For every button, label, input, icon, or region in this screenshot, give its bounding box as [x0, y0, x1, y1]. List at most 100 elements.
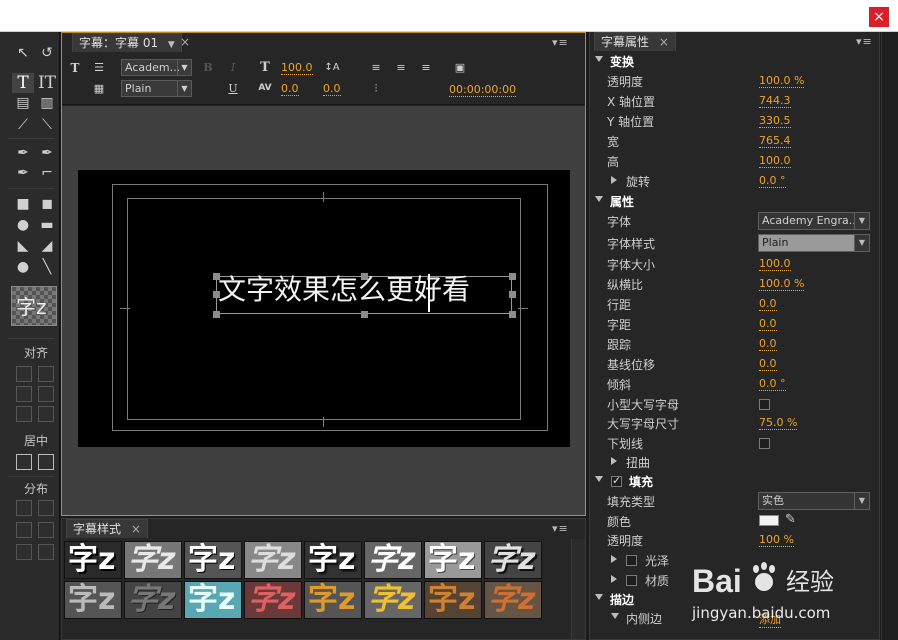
style-swatch[interactable]: 字z [124, 541, 182, 579]
align-center-text-icon[interactable]: ≡ [392, 60, 410, 76]
style-swatch[interactable]: 字z [64, 581, 122, 619]
vertical-area-type-tool-icon[interactable]: ▥ [36, 93, 58, 113]
triangle-right-icon[interactable] [611, 176, 617, 184]
style-swatch[interactable]: 字z [424, 581, 482, 619]
align-right-text-icon[interactable]: ≡ [417, 60, 435, 76]
style-swatch[interactable]: 字z [304, 541, 362, 579]
triangle-down-icon[interactable] [595, 196, 603, 202]
delete-anchor-tool-icon[interactable]: ✒ [36, 143, 58, 163]
opacity-value[interactable]: 100.0 % [759, 74, 805, 88]
fill-section[interactable]: 填充 [590, 471, 880, 491]
tab-stop-icon[interactable]: ⫶ [367, 81, 385, 97]
title-canvas[interactable]: 文字效果怎么更好看 [62, 106, 585, 515]
tab-title-styles[interactable]: 字幕样式 × [66, 519, 148, 538]
ellipse-tool-icon[interactable]: ● [12, 257, 34, 277]
kerning-value[interactable]: 0.0 [759, 317, 777, 331]
style-swatch[interactable]: 字z [304, 581, 362, 619]
style-swatch[interactable]: 字z [484, 541, 542, 579]
triangle-down-icon[interactable] [595, 594, 603, 600]
resize-handle[interactable] [509, 291, 516, 298]
panel-menu-icon[interactable]: ▾≡ [856, 35, 873, 48]
clipped-corner-rect-tool-icon[interactable]: ◼ [36, 194, 58, 214]
area-type-tool-icon[interactable]: ▤ [12, 93, 34, 113]
center-horizontal-icon[interactable] [16, 454, 32, 470]
style-swatch[interactable]: 字z [124, 581, 182, 619]
smallcaps-checkbox[interactable] [759, 399, 770, 410]
pen-tool-icon[interactable]: ✒ [12, 143, 34, 163]
tab-close-icon[interactable]: × [131, 522, 141, 536]
distort-row[interactable]: 扭曲 [590, 452, 880, 472]
triangle-down-icon[interactable] [595, 56, 603, 62]
rounded-corner-rect-tool-icon[interactable]: ▬ [36, 215, 58, 235]
stroke-section[interactable]: 描边 [590, 589, 880, 609]
type-tool-icon[interactable]: T [12, 73, 34, 93]
style-swatch[interactable]: 字z [364, 541, 422, 579]
baseline-value[interactable]: 0.0 [759, 357, 777, 371]
resize-handle[interactable] [509, 311, 516, 318]
rounded-rect-tool-icon[interactable]: ● [12, 215, 34, 235]
tab-close-icon[interactable]: × [659, 35, 669, 49]
tab-close-icon[interactable]: × [180, 35, 190, 49]
window-close-button[interactable]: × [869, 7, 889, 27]
line-tool-icon[interactable]: ╲ [36, 257, 58, 277]
chevron-down-icon[interactable]: ▼ [168, 40, 175, 50]
sheen-checkbox[interactable] [626, 555, 637, 566]
style-swatch[interactable]: 字z [244, 581, 302, 619]
slant-value[interactable]: 0.0 ° [759, 377, 786, 391]
aspect-value[interactable]: 100.0 % [759, 277, 805, 291]
width-value[interactable]: 765.4 [759, 134, 791, 148]
show-background-video-icon[interactable]: ▣ [451, 60, 469, 76]
leading-value[interactable]: 0.0 [323, 82, 341, 96]
center-vertical-icon[interactable] [38, 454, 54, 470]
roll-crawl-options-icon[interactable]: ☰ [90, 60, 108, 76]
triangle-right-icon[interactable] [611, 457, 617, 465]
ypos-value[interactable]: 330.5 [759, 114, 791, 128]
timecode-value[interactable]: 00:00:00:00 [449, 83, 517, 97]
rotation-tool-icon[interactable]: ↺ [36, 43, 58, 63]
new-title-icon[interactable]: T [66, 60, 84, 76]
font-size-value[interactable]: 100.0 [281, 61, 313, 75]
add-anchor-tool-icon[interactable]: ✒ [12, 163, 34, 183]
style-swatch[interactable]: 字z [184, 541, 242, 579]
triangle-right-icon[interactable] [611, 555, 617, 563]
vertical-path-type-tool-icon[interactable]: ⟍ [36, 115, 58, 135]
resize-handle[interactable] [509, 273, 516, 280]
font-style-dropdown[interactable]: Plain ▼ [758, 234, 870, 252]
triangle-down-icon[interactable] [611, 613, 619, 619]
rectangle-tool-icon[interactable]: ■ [12, 194, 34, 214]
leading-value[interactable]: 0.0 [759, 297, 777, 311]
transform-section[interactable]: 变换 [590, 51, 880, 71]
fill-type-dropdown[interactable]: 实色 ▼ [758, 492, 870, 510]
xpos-value[interactable]: 744.3 [759, 94, 791, 108]
panel-menu-icon[interactable]: ▾≡ [552, 522, 569, 535]
style-swatch[interactable]: 字z [484, 581, 542, 619]
align-left-text-icon[interactable]: ≡ [367, 60, 385, 76]
font-style-select[interactable]: Plain ▼ [121, 80, 192, 97]
selection-tool-icon[interactable]: ↖ [12, 43, 34, 63]
smallcaps-size-value[interactable]: 75.0 % [759, 416, 798, 430]
font-size-value[interactable]: 100.0 [759, 257, 791, 271]
underline-button[interactable]: U [224, 81, 242, 97]
add-inner-stroke-link[interactable]: 添加 [759, 611, 781, 628]
style-swatch[interactable]: 字z [64, 541, 122, 579]
fill-color-swatch[interactable] [759, 515, 779, 526]
sheen-row[interactable]: 光泽 [590, 550, 880, 570]
style-swatch[interactable]: 字z [184, 581, 242, 619]
vertical-type-tool-icon[interactable]: IT [36, 73, 58, 93]
font-family-dropdown[interactable]: Academy Engra... ▼ [758, 212, 870, 230]
underline-checkbox[interactable] [759, 438, 770, 449]
kerning-value[interactable]: 0.0 [281, 82, 299, 96]
tracking-value[interactable]: 0.0 [759, 337, 777, 351]
panel-menu-icon[interactable]: ▾≡ [552, 36, 569, 49]
resize-handle[interactable] [213, 311, 220, 318]
properties-section[interactable]: 属性 [590, 191, 880, 211]
style-swatch[interactable]: 字z [244, 541, 302, 579]
height-value[interactable]: 100.0 [759, 154, 791, 168]
style-swatch[interactable]: 字z [424, 541, 482, 579]
arc-tool-icon[interactable]: ◢ [36, 236, 58, 256]
fill-checkbox[interactable] [611, 474, 622, 487]
fill-opacity-value[interactable]: 100 % [759, 533, 794, 547]
title-text[interactable]: 文字效果怎么更好看 [218, 268, 470, 308]
triangle-down-icon[interactable] [595, 476, 603, 482]
tab-title-01[interactable]: 字幕：字幕 01 ▼ [72, 33, 182, 52]
